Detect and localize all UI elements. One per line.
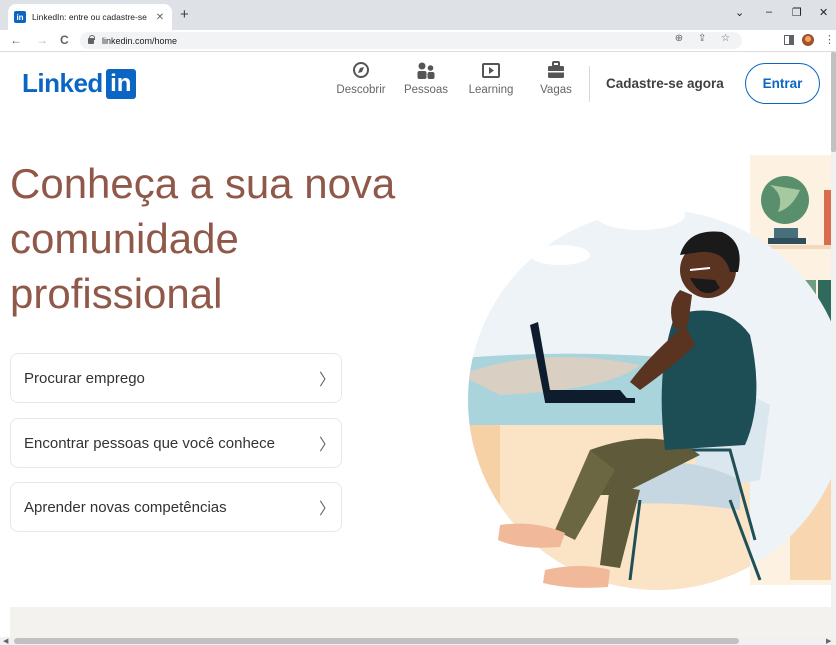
minimize-button[interactable]: – [766,6,772,18]
url-text: linkedin.com/home [102,35,178,46]
browser-tab-bar: in LinkedIn: entre ou cadastre-se ✕ + ⌄ … [0,0,836,30]
hero-illustration [468,155,836,590]
scroll-right-icon[interactable]: ▶ [826,637,831,645]
back-button[interactable]: ← [10,33,22,47]
chevron-right-icon: 〉 [319,501,336,518]
side-panel-icon[interactable] [784,35,794,45]
chevron-right-icon: 〉 [319,437,336,454]
url-bar[interactable]: linkedin.com/home ⊕ ⇪ ☆ [80,32,742,49]
briefcase-icon [548,61,564,78]
new-tab-button[interactable]: + [180,7,189,23]
find-people-card[interactable]: Encontrar pessoas que você conhece 〉 [10,418,342,468]
vertical-scroll-thumb[interactable] [831,52,836,152]
learn-skills-card[interactable]: Aprender novas competências 〉 [10,482,342,532]
restore-button[interactable]: ❐ [792,6,802,19]
tab-close-icon[interactable]: ✕ [154,12,166,23]
linkedin-favicon-icon: in [14,11,26,23]
forward-button[interactable]: → [36,33,48,47]
lock-icon[interactable] [88,34,95,44]
reload-button[interactable]: C [60,33,69,47]
browser-tab[interactable]: in LinkedIn: entre ou cadastre-se ✕ [8,4,172,30]
horizontal-scrollbar[interactable]: ◀ ▶ [0,637,836,645]
nav-pessoas[interactable]: Pessoas [394,61,458,96]
compass-icon [353,62,369,78]
browser-menu-icon[interactable]: ⋮ [824,33,835,46]
nav-descobrir[interactable]: Descobrir [329,61,393,96]
people-icon [417,62,435,79]
scroll-left-icon[interactable]: ◀ [3,637,8,645]
hero-title: Conheça a sua nova comunidade profission… [10,160,396,317]
search-jobs-card[interactable]: Procurar emprego 〉 [10,353,342,403]
nav-vagas[interactable]: Vagas [524,61,588,96]
tab-search-button[interactable]: ⌄ [735,6,744,19]
chevron-right-icon: 〉 [319,372,336,389]
close-window-button[interactable]: ✕ [819,6,828,19]
linkedin-logo[interactable]: Linked in [22,68,136,99]
vertical-scrollbar[interactable] [831,52,836,637]
video-icon [482,63,500,78]
profile-avatar-icon[interactable] [802,34,814,46]
tab-title: LinkedIn: entre ou cadastre-se [32,12,147,22]
join-now-link[interactable]: Cadastre-se agora [606,76,724,91]
sign-in-button[interactable]: Entrar [745,63,820,104]
url-action-icons[interactable]: ⊕ ⇪ ☆ [675,33,736,44]
address-bar-row: ← → C linkedin.com/home ⊕ ⇪ ☆ ⋮ [0,30,836,52]
nav-learning[interactable]: Learning [459,61,523,96]
horizontal-scroll-thumb[interactable] [14,638,739,644]
nav-divider [589,66,590,102]
footer-band [10,607,836,637]
